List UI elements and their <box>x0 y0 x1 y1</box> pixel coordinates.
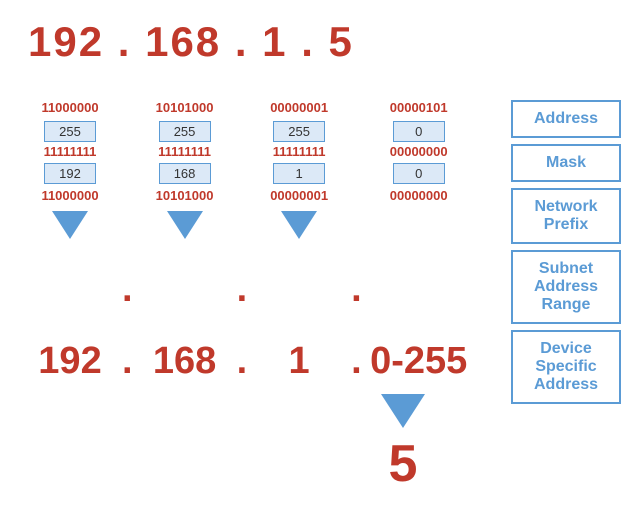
panel-address: Address <box>511 100 621 138</box>
mask-box-3: 255 <box>273 121 325 142</box>
panel-network-prefix: NetworkPrefix <box>511 188 621 244</box>
binary-result-1: 11000000 <box>41 188 98 203</box>
bottom-dot-2: . <box>235 340 250 383</box>
arrow-down-device <box>381 394 425 428</box>
bottom-num-4: 0-255 <box>364 340 474 383</box>
result-box-3: 1 <box>273 163 325 184</box>
top-ip-address: 192 . 168 . 1 . 5 <box>28 18 354 66</box>
octet-col-1: 11000000 255 11111111 192 11000000 <box>20 100 120 245</box>
mask-box-2: 255 <box>159 121 211 142</box>
binary-result-4: 00000000 <box>390 188 448 203</box>
bottom-num-1: 192 <box>20 340 120 383</box>
bottom-row: 192 . 168 . 1 . 0-255 <box>20 340 474 383</box>
binary-top-2: 10101000 <box>156 100 214 115</box>
device-specific-area: 5 <box>348 390 458 494</box>
bottom-dot-1: . <box>120 340 135 383</box>
panel-subnet-range: SubnetAddressRange <box>511 250 621 324</box>
binary-mask-4: 00000000 <box>390 144 448 159</box>
arrow-down-2 <box>167 211 203 239</box>
bottom-dot-3: . <box>349 340 364 383</box>
binary-result-2: 10101000 <box>156 188 214 203</box>
panel-mask: Mask <box>511 144 621 182</box>
mask-box-1: 255 <box>44 121 96 142</box>
binary-result-3: 00000001 <box>270 188 328 203</box>
bottom-num-3: 1 <box>249 340 349 383</box>
panel-device-specific: DeviceSpecificAddress <box>511 330 621 404</box>
octet-col-3: 00000001 255 11111111 1 00000001 <box>249 100 349 245</box>
binary-top-4: 00000101 <box>390 100 448 115</box>
dot-sep-1: . <box>120 268 135 311</box>
binary-mask-1: 11111111 <box>44 144 97 159</box>
mask-box-4: 0 <box>393 121 445 142</box>
right-panel: Address Mask NetworkPrefix SubnetAddress… <box>511 100 621 404</box>
binary-mask-3: 11111111 <box>273 144 326 159</box>
dot-sep-3: . <box>349 268 364 311</box>
diagram-area: 11000000 255 11111111 192 11000000 . 101… <box>20 100 474 311</box>
binary-top-1: 11000000 <box>41 100 98 115</box>
device-specific-number: 5 <box>389 434 418 494</box>
result-box-4: 0 <box>393 163 445 184</box>
arrow-down-1 <box>52 211 88 239</box>
octet-col-2: 10101000 255 11111111 168 10101000 <box>135 100 235 245</box>
binary-mask-2: 11111111 <box>158 144 211 159</box>
dot-sep-2: . <box>235 268 250 311</box>
arrow-down-3 <box>281 211 317 239</box>
bottom-num-2: 168 <box>135 340 235 383</box>
result-box-2: 168 <box>159 163 211 184</box>
result-box-1: 192 <box>44 163 96 184</box>
binary-top-3: 00000001 <box>270 100 328 115</box>
octet-col-4: 00000101 0 00000000 0 00000000 <box>364 100 474 209</box>
